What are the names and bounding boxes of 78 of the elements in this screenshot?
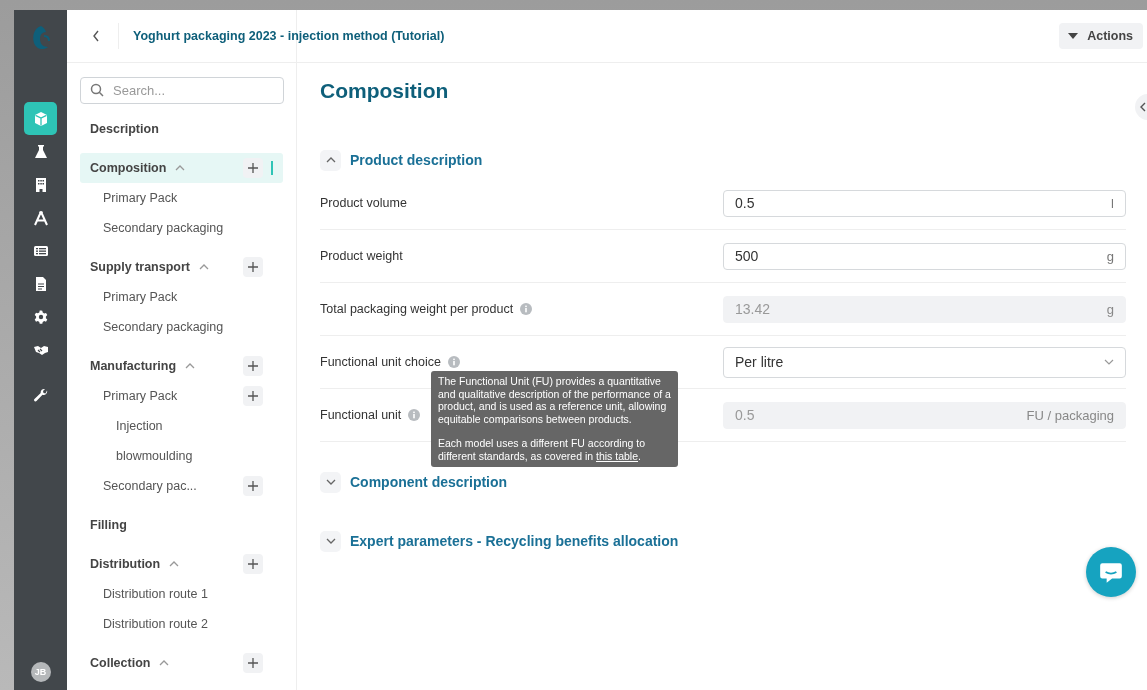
table-link[interactable]: this table <box>596 449 638 462</box>
actions-button[interactable]: Actions <box>1059 23 1143 49</box>
field-value: 500 <box>735 248 759 264</box>
plus-icon <box>248 481 258 491</box>
rail-item[interactable] <box>24 102 57 135</box>
chevron-up-icon[interactable] <box>159 660 170 666</box>
plus-icon <box>248 658 258 668</box>
nav-item[interactable]: Supply transport <box>90 260 190 274</box>
chevron-left-icon <box>1140 102 1146 112</box>
number-field[interactable]: 0.5 l <box>723 189 1126 217</box>
field-value: 0.5 <box>735 407 755 423</box>
dropdown[interactable]: Per litre <box>723 346 1126 378</box>
nav-item[interactable]: Composition <box>90 161 167 175</box>
unit-label: FU / packaging <box>1026 407 1114 423</box>
add-button[interactable] <box>243 653 263 673</box>
chevron-down-icon <box>1104 359 1114 365</box>
plus-icon <box>248 391 258 401</box>
toggle-button[interactable] <box>320 530 341 552</box>
chevron-up-icon[interactable] <box>175 165 186 171</box>
unit-label: l <box>1111 195 1114 211</box>
page-title: Composition <box>320 79 449 103</box>
tooltip-text: The Functional Unit (FU) provides a quantitative and qualitative description of the performance of a product, and is used as a reference unit, allowing equitable comparisons between products. <box>438 375 671 425</box>
chat-button[interactable] <box>1086 547 1136 597</box>
field-label: Functional unit choice <box>320 355 441 369</box>
nav-item[interactable]: Distribution <box>90 557 161 571</box>
back-icon[interactable] <box>92 30 100 42</box>
unit-label: g <box>1106 301 1114 317</box>
plus-icon <box>248 163 258 173</box>
chevron-up-icon[interactable] <box>185 363 196 369</box>
nav-item[interactable]: Primary Pack <box>103 191 178 205</box>
nav-item[interactable]: blowmoulding <box>116 449 193 463</box>
nav-item[interactable]: Distribution route 2 <box>103 617 208 631</box>
nav-item[interactable]: Injection <box>116 419 163 433</box>
nav-item[interactable]: Collection <box>90 656 151 670</box>
flask-icon <box>32 143 49 160</box>
chevron-up-icon[interactable] <box>199 264 209 270</box>
chevron-down-icon <box>325 479 336 485</box>
tooltip-text: Each model uses a different FU according to different standards, as covered in this table. <box>438 437 646 462</box>
nav-item[interactable]: Filling <box>90 518 127 532</box>
add-button[interactable] <box>243 476 263 496</box>
add-button[interactable] <box>243 356 263 376</box>
nav-item[interactable]: Secondary pac... <box>103 479 197 493</box>
nav-item[interactable]: Description <box>90 122 159 136</box>
field-label: Product volume <box>320 196 407 210</box>
search-field[interactable]: Search... <box>80 77 284 104</box>
nav-item[interactable]: Manufacturing <box>90 359 177 373</box>
add-button[interactable] <box>243 158 263 178</box>
gear-icon <box>32 308 49 325</box>
nav-item[interactable]: Secondary packaging <box>103 320 224 334</box>
wrench-icon <box>32 387 49 404</box>
toggle-button[interactable] <box>320 149 341 171</box>
caret-icon <box>1068 33 1079 39</box>
plus-icon <box>248 361 258 371</box>
field-label: Total packaging weight per product <box>320 302 514 316</box>
toggle-button[interactable] <box>320 471 341 493</box>
section-title[interactable]: Expert parameters - Recycling benefits allocation <box>350 533 679 549</box>
nav-item[interactable]: Primary Pack <box>103 290 178 304</box>
plus-icon <box>248 262 258 272</box>
nav-item[interactable]: Primary Pack <box>103 389 178 403</box>
field-label: Product weight <box>320 249 403 263</box>
field-value: 0.5 <box>735 195 755 211</box>
unit-label: g <box>1106 248 1114 264</box>
field-label: Functional unit <box>320 408 402 422</box>
number-field[interactable]: 500 g <box>723 242 1126 270</box>
chevron-up-icon <box>325 157 336 163</box>
project-title[interactable]: Yoghurt packaging 2023 - injection method (Tutorial) <box>133 29 445 43</box>
add-button[interactable] <box>243 386 263 406</box>
field-value: 13.42 <box>735 301 771 317</box>
section-title[interactable]: Component description <box>350 474 508 490</box>
nav-item[interactable]: Distribution route 1 <box>103 587 208 601</box>
chevron-down-icon <box>325 538 336 544</box>
cube-icon <box>32 110 49 127</box>
nav-item[interactable]: Secondary packaging <box>103 221 224 235</box>
chevron-up-icon[interactable] <box>169 561 180 567</box>
add-button[interactable] <box>243 554 263 574</box>
add-button[interactable] <box>243 257 263 277</box>
plus-icon <box>248 559 258 569</box>
section-title[interactable]: Product description <box>350 152 483 168</box>
